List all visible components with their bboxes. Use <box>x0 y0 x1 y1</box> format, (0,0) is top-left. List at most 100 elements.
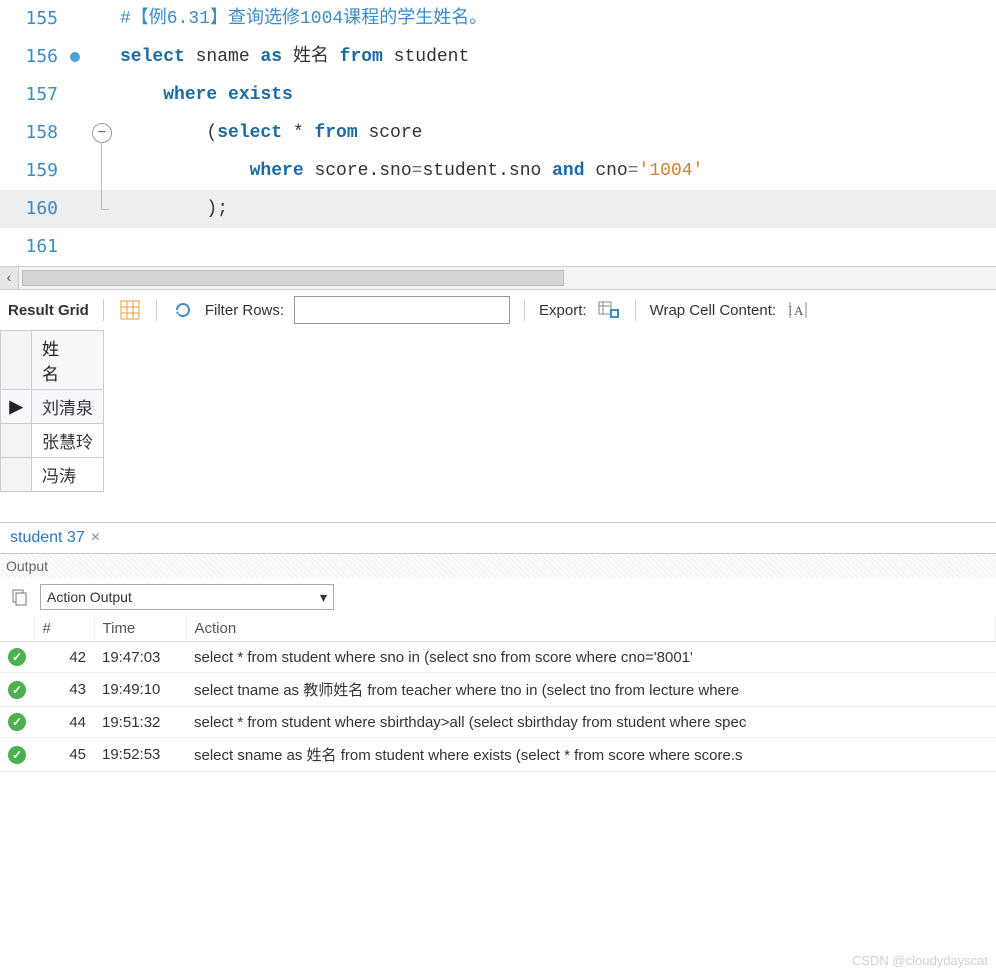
code-token: ( <box>120 123 217 143</box>
sql-editor[interactable]: 155#【例6.31】查询选修1004课程的学生姓名。156 select sna… <box>0 0 996 266</box>
cell-value[interactable]: 刘清泉 <box>32 390 104 424</box>
editor-line[interactable]: 160 ); <box>0 190 996 228</box>
table-row[interactable]: 张慧玲 <box>1 424 104 458</box>
code-token: where <box>163 85 217 105</box>
row-pointer <box>1 458 32 492</box>
log-action: select * from student where sno in (sele… <box>186 642 996 673</box>
success-icon: ✓ <box>8 746 26 764</box>
log-time: 19:49:10 <box>94 673 186 707</box>
code-token: from <box>340 47 383 67</box>
grid-view-icon[interactable] <box>118 298 142 322</box>
separator <box>524 299 525 321</box>
code-token: score.sno <box>304 161 412 181</box>
result-tab-bar: student 37 × <box>0 522 996 554</box>
code-token: sname <box>185 47 261 67</box>
line-number: 159 <box>0 152 64 190</box>
gutter-marker <box>64 152 88 190</box>
row-pointer: ▶ <box>1 390 32 424</box>
code-token <box>217 85 228 105</box>
code-token: = <box>628 161 639 181</box>
code-content[interactable]: where exists <box>116 76 996 114</box>
log-time: 19:52:53 <box>94 738 186 772</box>
result-grid-label: Result Grid <box>8 302 89 319</box>
code-token: cno <box>585 161 628 181</box>
code-content[interactable]: #【例6.31】查询选修1004课程的学生姓名。 <box>116 0 996 38</box>
code-content[interactable]: ); <box>116 190 996 228</box>
gutter-marker <box>64 76 88 114</box>
tab-label: student 37 <box>10 529 85 547</box>
fold-collapse-icon[interactable]: − <box>92 123 112 143</box>
output-panel-header: Output <box>0 554 996 578</box>
code-content[interactable]: select sname as 姓名 from student <box>116 38 996 76</box>
row-header-blank <box>1 331 32 390</box>
filter-rows-input[interactable] <box>294 296 510 324</box>
log-index: 42 <box>34 642 94 673</box>
code-token: exists <box>228 85 293 105</box>
column-header[interactable]: 姓 名 <box>32 331 104 390</box>
output-toolbar: Action Output ▾ <box>0 578 996 616</box>
code-token: = <box>412 161 423 181</box>
code-token: select <box>120 47 185 67</box>
editor-line[interactable]: 156 select sname as 姓名 from student <box>0 38 996 76</box>
separator <box>103 299 104 321</box>
success-icon: ✓ <box>8 681 26 699</box>
line-number: 158 <box>0 114 64 152</box>
log-col-index: # <box>34 616 94 642</box>
editor-horizontal-scrollbar[interactable]: ‹ <box>0 266 996 289</box>
code-token: from <box>314 123 357 143</box>
wrap-cell-icon[interactable]: IA <box>786 298 810 322</box>
cell-value[interactable]: 张慧玲 <box>32 424 104 458</box>
gutter-marker <box>64 0 88 38</box>
separator <box>156 299 157 321</box>
status-cell: ✓ <box>0 738 34 772</box>
export-label: Export: <box>539 302 587 319</box>
editor-line[interactable]: 155#【例6.31】查询选修1004课程的学生姓名。 <box>0 0 996 38</box>
code-content[interactable]: where score.sno=student.sno and cno='100… <box>116 152 996 190</box>
code-token: 姓名 <box>282 47 340 67</box>
breakpoint-icon[interactable] <box>70 52 80 62</box>
table-row[interactable]: ▶刘清泉 <box>1 390 104 424</box>
editor-line[interactable]: 161 <box>0 228 996 266</box>
result-toolbar: Result Grid Filter Rows: Export: Wrap Ce… <box>0 289 996 330</box>
line-number: 156 <box>0 38 64 76</box>
export-icon[interactable] <box>597 298 621 322</box>
code-token: and <box>552 161 584 181</box>
log-row[interactable]: ✓4419:51:32select * from student where s… <box>0 707 996 738</box>
output-type-dropdown[interactable]: Action Output ▾ <box>40 584 334 610</box>
status-cell: ✓ <box>0 673 34 707</box>
gutter-marker <box>64 228 88 266</box>
fold-gutter: − <box>88 114 116 152</box>
code-token: ); <box>120 199 228 219</box>
fold-gutter <box>88 38 116 76</box>
code-token <box>120 161 250 181</box>
fold-gutter <box>88 0 116 38</box>
output-copy-icon[interactable] <box>8 585 32 609</box>
action-output-log[interactable]: # Time Action ✓4219:47:03select * from s… <box>0 616 996 772</box>
fold-gutter <box>88 76 116 114</box>
editor-line[interactable]: 158 − (select * from score <box>0 114 996 152</box>
log-col-status <box>0 616 34 642</box>
result-grid[interactable]: 姓 名 ▶刘清泉张慧玲冯涛 <box>0 330 996 522</box>
result-tab[interactable]: student 37 × <box>10 529 100 547</box>
editor-line[interactable]: 159 where score.sno=student.sno and cno=… <box>0 152 996 190</box>
code-token: * <box>282 123 314 143</box>
log-action: select * from student where sbirthday>al… <box>186 707 996 738</box>
table-row[interactable]: 冯涛 <box>1 458 104 492</box>
dropdown-value: Action Output <box>47 589 132 605</box>
close-icon[interactable]: × <box>91 529 100 547</box>
log-time: 19:47:03 <box>94 642 186 673</box>
cell-value[interactable]: 冯涛 <box>32 458 104 492</box>
scroll-left-arrow-icon[interactable]: ‹ <box>0 267 19 289</box>
row-pointer <box>1 424 32 458</box>
log-index: 45 <box>34 738 94 772</box>
editor-line[interactable]: 157 where exists <box>0 76 996 114</box>
watermark: CSDN @cloudydayscat <box>852 953 988 968</box>
scroll-thumb[interactable] <box>22 270 564 286</box>
code-content[interactable] <box>116 228 996 266</box>
refresh-icon[interactable] <box>171 298 195 322</box>
output-title: Output <box>6 558 48 574</box>
log-row[interactable]: ✓4319:49:10select tname as 教师姓名 from tea… <box>0 673 996 707</box>
log-row[interactable]: ✓4219:47:03select * from student where s… <box>0 642 996 673</box>
code-content[interactable]: (select * from score <box>116 114 996 152</box>
log-row[interactable]: ✓4519:52:53select sname as 姓名 from stude… <box>0 738 996 772</box>
